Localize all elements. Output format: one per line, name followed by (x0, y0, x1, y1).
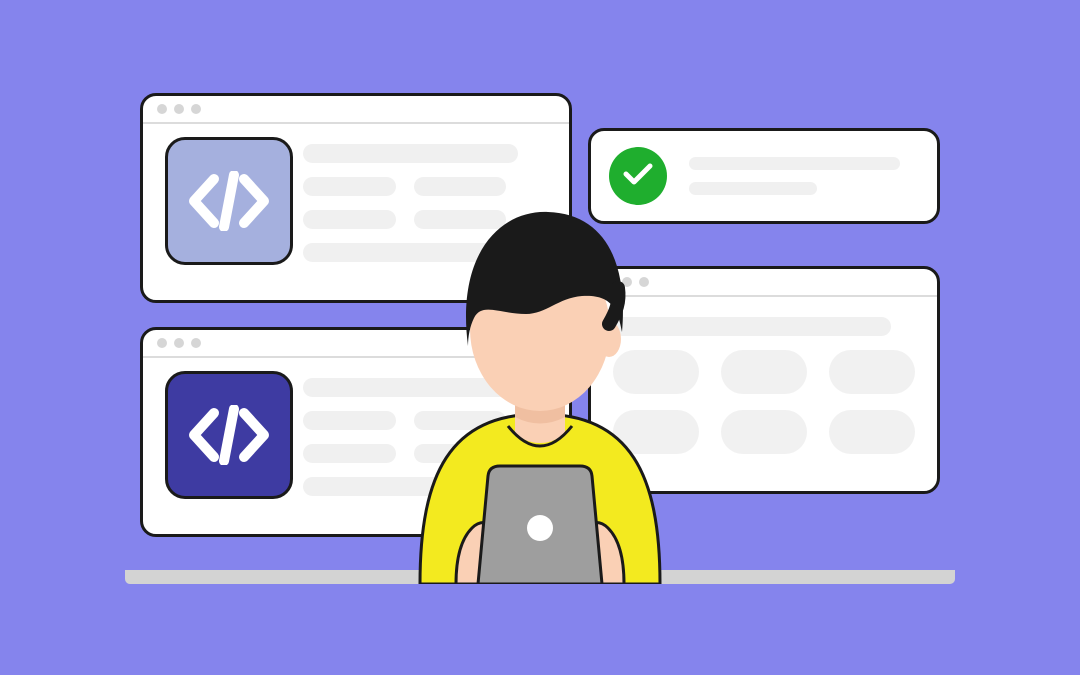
code-icon (186, 171, 272, 231)
pill-placeholder (721, 410, 807, 454)
traffic-light-dot (191, 338, 201, 348)
traffic-light-dot (157, 338, 167, 348)
laptop-logo (527, 515, 553, 541)
traffic-light-dot (157, 104, 167, 114)
code-tile-dark (165, 371, 293, 499)
traffic-light-dot (191, 104, 201, 114)
code-icon (186, 405, 272, 465)
traffic-light-dot (174, 338, 184, 348)
pill-placeholder (721, 350, 807, 394)
person-with-laptop (360, 114, 720, 584)
pill-placeholder (829, 350, 915, 394)
code-tile-light (165, 137, 293, 265)
pill-placeholder (829, 410, 915, 454)
laptop (478, 466, 602, 584)
traffic-light-dot (174, 104, 184, 114)
notification-lines (689, 157, 909, 195)
